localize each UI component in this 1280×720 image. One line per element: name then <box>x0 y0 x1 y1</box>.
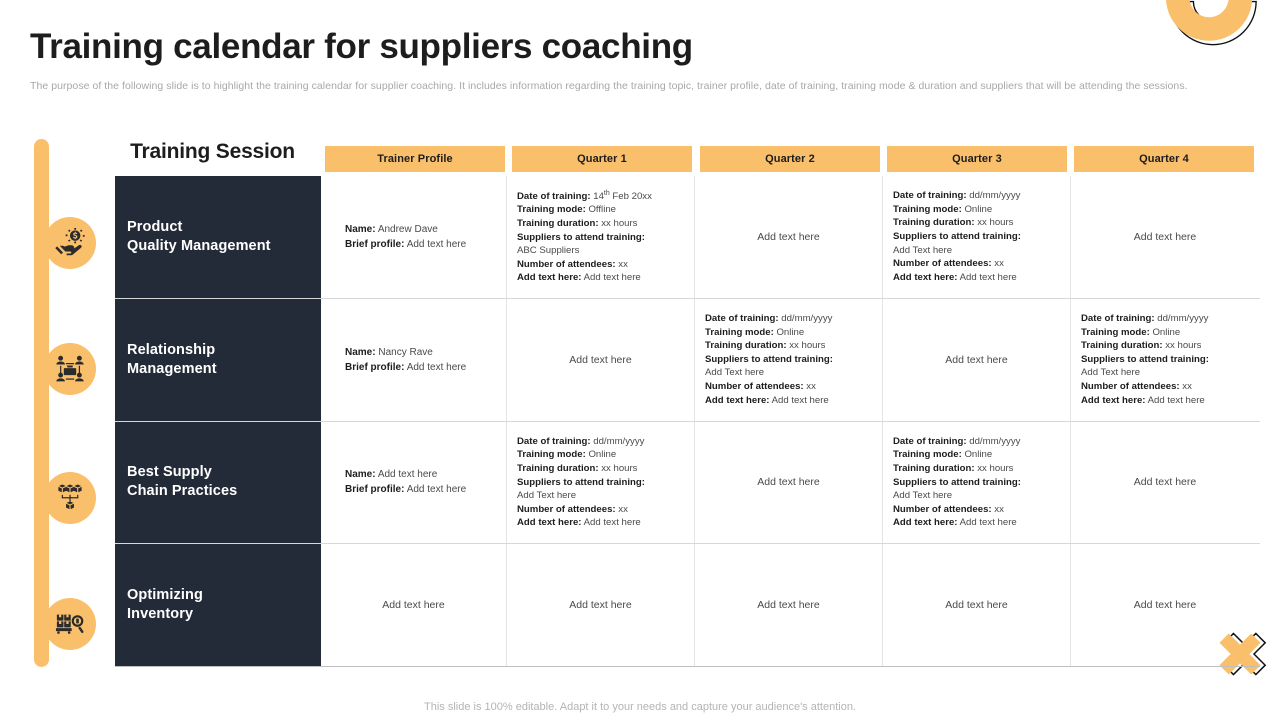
trainer-profile: Name: Add text here Brief profile: Add te… <box>345 469 467 496</box>
inventory-search-icon <box>44 598 96 650</box>
trainer-profile: Name: Nancy Rave Brief profile: Add text … <box>345 346 467 373</box>
trainer-profile-cell[interactable]: Add text here <box>321 544 507 666</box>
placeholder-text: Add text here <box>569 353 632 366</box>
hand-holding-money-icon <box>44 217 96 269</box>
topic-line-1: Best Supply <box>127 464 212 481</box>
trainer-profile: Name: Andrew Dave Brief profile: Add text… <box>345 223 467 250</box>
quarter-3-cell[interactable]: Add text here <box>883 298 1071 421</box>
quarter-1-cell[interactable]: Add text here <box>507 544 695 666</box>
placeholder-text: Add text here <box>382 599 445 612</box>
quarter-2-cell[interactable]: Date of training: dd/mm/yyyy Training mod… <box>695 298 883 421</box>
quarter-3-cell[interactable]: Add text here <box>883 544 1071 666</box>
table-row: Best Supply Chain Practices Name: Add text… <box>115 421 1260 545</box>
quarter-2-cell[interactable]: Add text here <box>695 421 883 544</box>
slide-canvas: Training calendar for suppliers coaching… <box>0 0 1280 720</box>
table-row: Optimizing Inventory Add text here Add text… <box>115 544 1260 667</box>
session-detail: Date of training: 14th Feb 20xx Training … <box>517 189 652 284</box>
trainer-profile-cell[interactable]: Name: Nancy Rave Brief profile: Add text … <box>321 298 507 421</box>
placeholder-text: Add text here <box>1133 599 1197 612</box>
left-accent-rail <box>34 139 49 667</box>
column-header-quarter-4[interactable]: Quarter 4 <box>1074 143 1259 172</box>
footer-note: This slide is 100% editable. Adapt it to… <box>424 701 856 713</box>
session-detail: Date of training: dd/mm/yyyy Training mod… <box>517 435 645 529</box>
column-header-quarter-3[interactable]: Quarter 3 <box>887 143 1072 172</box>
table-row: Relationship Management Name: Nancy Rave Br… <box>115 298 1260 422</box>
quarter-1-cell[interactable]: Date of training: dd/mm/yyyy Training mod… <box>507 421 695 544</box>
page-title: Training calendar for suppliers coaching <box>30 27 693 66</box>
session-detail: Date of training: dd/mm/yyyy Training mod… <box>893 435 1021 529</box>
topic-line-1: Relationship <box>127 341 216 358</box>
session-detail: Date of training: dd/mm/yyyy Training mod… <box>705 312 833 406</box>
quarter-4-cell[interactable]: Add text here <box>1071 544 1259 666</box>
placeholder-text: Add text here <box>757 599 820 612</box>
topic-line-2: Chain Practices <box>127 483 238 500</box>
session-detail: Date of training: dd/mm/yyyy Training mod… <box>893 190 1021 283</box>
topic-line-2: Inventory <box>127 606 194 623</box>
topic-cell[interactable]: Product Quality Management <box>115 176 321 298</box>
session-detail: Date of training: dd/mm/yyyy Training mod… <box>1081 312 1209 406</box>
column-header-quarter-1[interactable]: Quarter 1 <box>512 143 697 172</box>
trainer-profile-cell[interactable]: Name: Andrew Dave Brief profile: Add text… <box>321 176 507 298</box>
quarter-2-cell[interactable]: Add text here <box>695 176 883 298</box>
quarter-3-cell[interactable]: Date of training: dd/mm/yyyy Training mod… <box>883 176 1071 298</box>
placeholder-text: Add text here <box>757 476 820 489</box>
topic-cell[interactable]: Best Supply Chain Practices <box>115 421 321 544</box>
placeholder-text: Add text here <box>757 230 820 243</box>
topic-cell[interactable]: Relationship Management <box>115 298 321 421</box>
placeholder-text: Add text here <box>1133 476 1197 489</box>
table-row: Product Quality Management Name: Andrew Da… <box>115 176 1260 299</box>
trainer-profile-cell[interactable]: Name: Add text here Brief profile: Add te… <box>321 421 507 544</box>
column-header-quarter-2[interactable]: Quarter 2 <box>700 143 885 172</box>
topic-line-2: Quality Management <box>127 237 271 254</box>
placeholder-text: Add text here <box>1133 230 1197 243</box>
topic-line-1: Optimizing <box>127 587 203 603</box>
topic-line-2: Management <box>127 360 217 377</box>
placeholder-text: Add text here <box>945 599 1008 612</box>
quarter-4-cell[interactable]: Date of training: dd/mm/yyyy Training mod… <box>1071 299 1259 421</box>
distribution-tree-icon <box>44 472 96 524</box>
column-header-trainer-profile[interactable]: Trainer Profile <box>325 143 510 172</box>
quarter-1-cell[interactable]: Date of training: 14th Feb 20xx Training … <box>507 176 695 298</box>
training-calendar-table: Product Quality Management Name: Andrew Da… <box>115 176 1260 667</box>
quarter-4-cell[interactable]: Add text here <box>1071 422 1259 544</box>
training-session-label: Training Session <box>130 140 295 163</box>
quarter-2-cell[interactable]: Add text here <box>695 544 883 666</box>
quarter-3-cell[interactable]: Date of training: dd/mm/yyyy Training mod… <box>883 421 1071 544</box>
topic-line-1: Product <box>127 218 183 235</box>
placeholder-text: Add text here <box>569 599 632 612</box>
topic-cell[interactable]: Optimizing Inventory <box>115 544 321 666</box>
team-network-briefcase-icon <box>44 343 96 395</box>
quarter-4-cell[interactable]: Add text here <box>1071 176 1259 298</box>
quarter-1-cell[interactable]: Add text here <box>507 298 695 421</box>
placeholder-text: Add text here <box>945 353 1008 366</box>
page-subtitle: The purpose of the following slide is to… <box>30 80 1188 92</box>
half-donut-decoration <box>1166 0 1257 46</box>
